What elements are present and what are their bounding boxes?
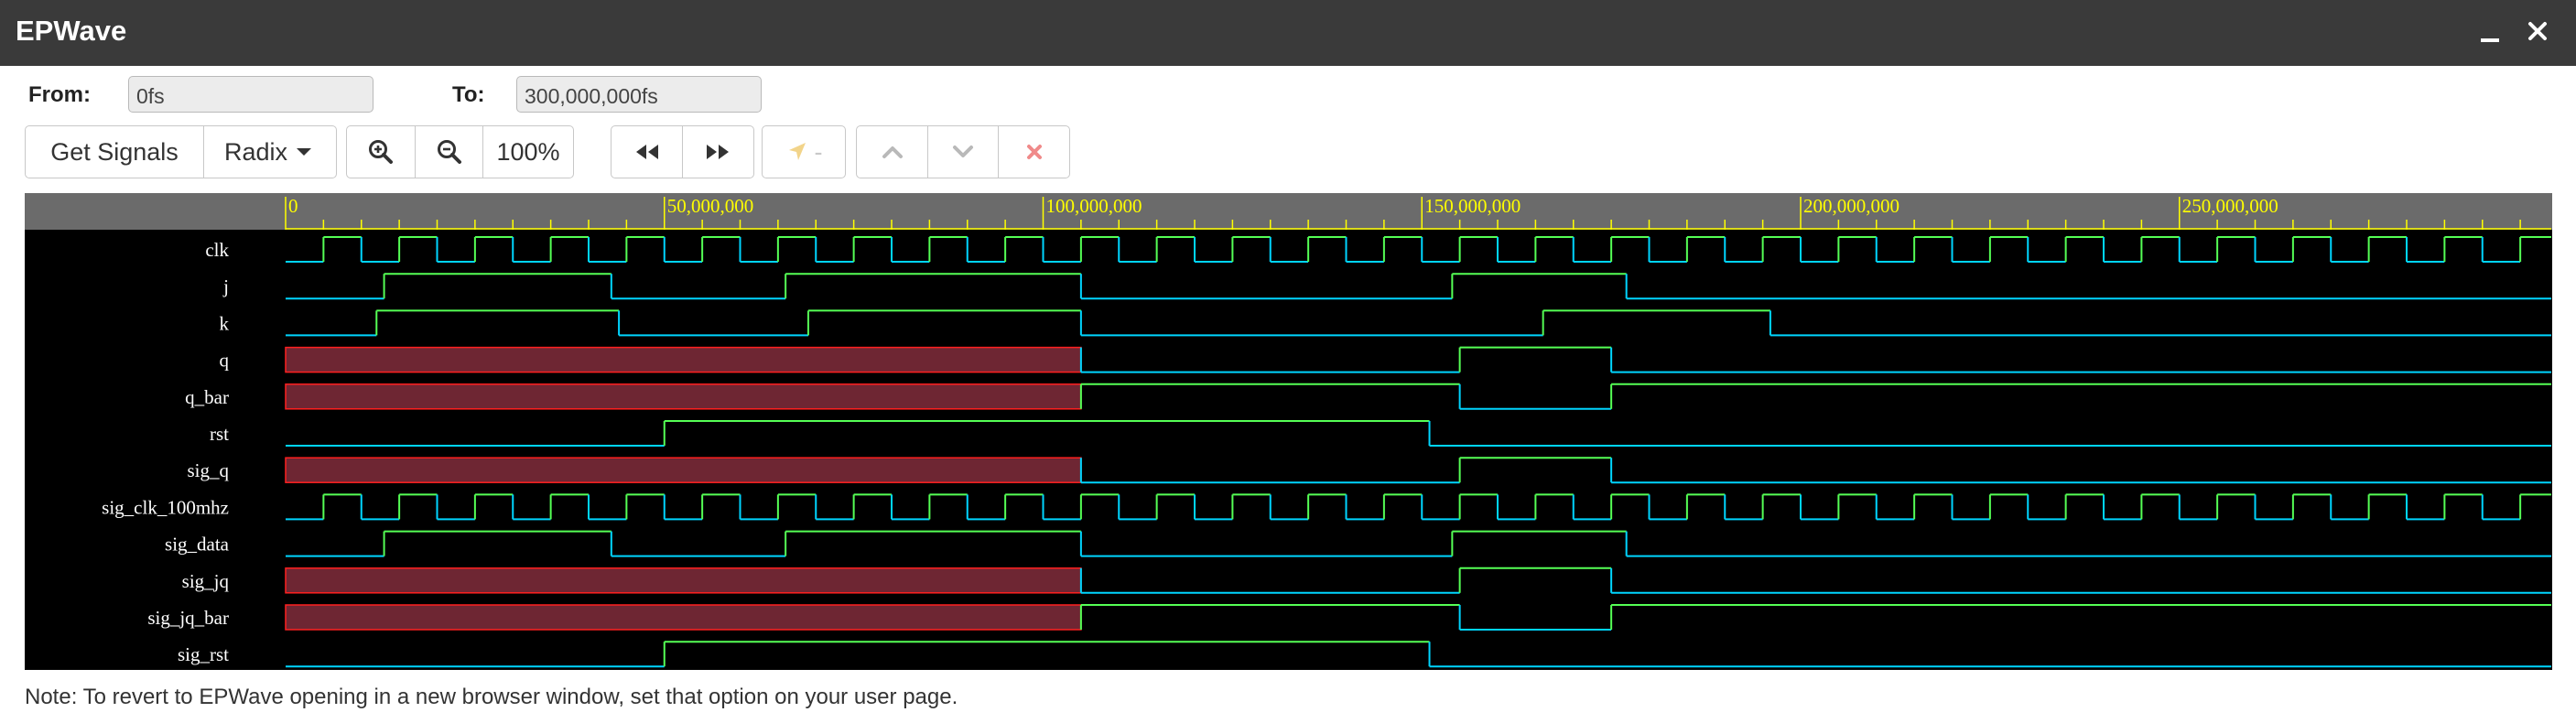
tick-label: 0: [288, 195, 298, 217]
signal-name-sig-jq: sig_jq: [182, 570, 230, 592]
signal-name-sig-q: sig_q: [187, 459, 229, 481]
signal-name-rst: rst: [210, 423, 229, 445]
signal-name-sig-clk-100mhz: sig_clk_100mhz: [102, 496, 229, 518]
move-up-button[interactable]: [856, 125, 928, 178]
radix-button[interactable]: Radix: [202, 125, 337, 178]
close-icon[interactable]: [2521, 13, 2554, 49]
unknown-segment: [285, 346, 1082, 373]
unknown-segment: [285, 457, 1082, 483]
marker-icon: [788, 143, 806, 160]
zoom-group: 100%: [346, 125, 574, 178]
zoom-out-icon: [437, 140, 461, 164]
move-down-button[interactable]: [926, 125, 1000, 178]
signal-order-group: [856, 125, 1070, 178]
marker-value: -: [814, 137, 823, 166]
to-field[interactable]: 300,000,000fs: [516, 76, 762, 113]
window-titlebar: EPWave: [0, 0, 2576, 66]
tick-label: 50,000,000: [667, 195, 754, 217]
tick-label: 250,000,000: [2182, 195, 2278, 217]
unknown-segment: [285, 383, 1082, 410]
signal-name-j: j: [222, 275, 229, 297]
signals-group: Get Signals Radix: [25, 125, 337, 178]
radix-label: Radix: [223, 137, 288, 166]
time-ruler: [25, 193, 2552, 230]
navigate-group: [611, 125, 754, 178]
fast-forward-icon: [707, 145, 729, 159]
from-field[interactable]: 0fs: [128, 76, 373, 113]
chevron-down-icon: [953, 146, 973, 157]
get-signals-label: Get Signals: [50, 137, 179, 166]
unknown-segment: [285, 604, 1082, 631]
signal-name-sig-jq-bar: sig_jq_bar: [147, 607, 229, 629]
tick-label: 200,000,000: [1803, 195, 1900, 217]
to-label: To:: [452, 82, 485, 107]
tick-label: 100,000,000: [1046, 195, 1142, 217]
signal-name-clk: clk: [205, 239, 229, 261]
get-signals-button[interactable]: Get Signals: [25, 125, 204, 178]
rewind-icon: [635, 145, 658, 159]
unknown-segment: [285, 567, 1082, 594]
signal-name-q-bar: q_bar: [185, 386, 229, 408]
marker-group: -: [762, 125, 846, 178]
next-edge-button[interactable]: [681, 125, 754, 178]
note-text: Note: To revert to EPWave opening in a n…: [25, 685, 958, 709]
waveform-viewer[interactable]: 0 50,000,000 100,000,000 150,000,000 200,000…: [25, 193, 2552, 670]
signal-name-q: q: [220, 350, 230, 372]
zoom-in-icon: [369, 140, 393, 164]
signal-name-sig-data: sig_data: [165, 534, 230, 556]
tick-label: 150,000,000: [1424, 195, 1521, 217]
chevron-up-icon: [882, 146, 903, 158]
minimize-icon[interactable]: [2473, 13, 2506, 49]
previous-edge-button[interactable]: [611, 125, 683, 178]
marker-button[interactable]: -: [762, 125, 846, 178]
zoom-level-label: 100%: [496, 137, 560, 166]
signal-name-sig-rst: sig_rst: [178, 643, 229, 665]
from-label: From:: [28, 82, 91, 107]
zoom-out-button[interactable]: [414, 125, 484, 178]
window-title: EPWave: [16, 15, 127, 47]
signal-name-k: k: [220, 312, 230, 334]
zoom-in-button[interactable]: [346, 125, 416, 178]
zoom-level-button[interactable]: 100%: [482, 125, 574, 178]
remove-signal-button[interactable]: [998, 125, 1070, 178]
waveform-background: [25, 193, 2552, 670]
remove-icon: [1026, 145, 1042, 159]
caret-down-icon: [297, 148, 312, 156]
